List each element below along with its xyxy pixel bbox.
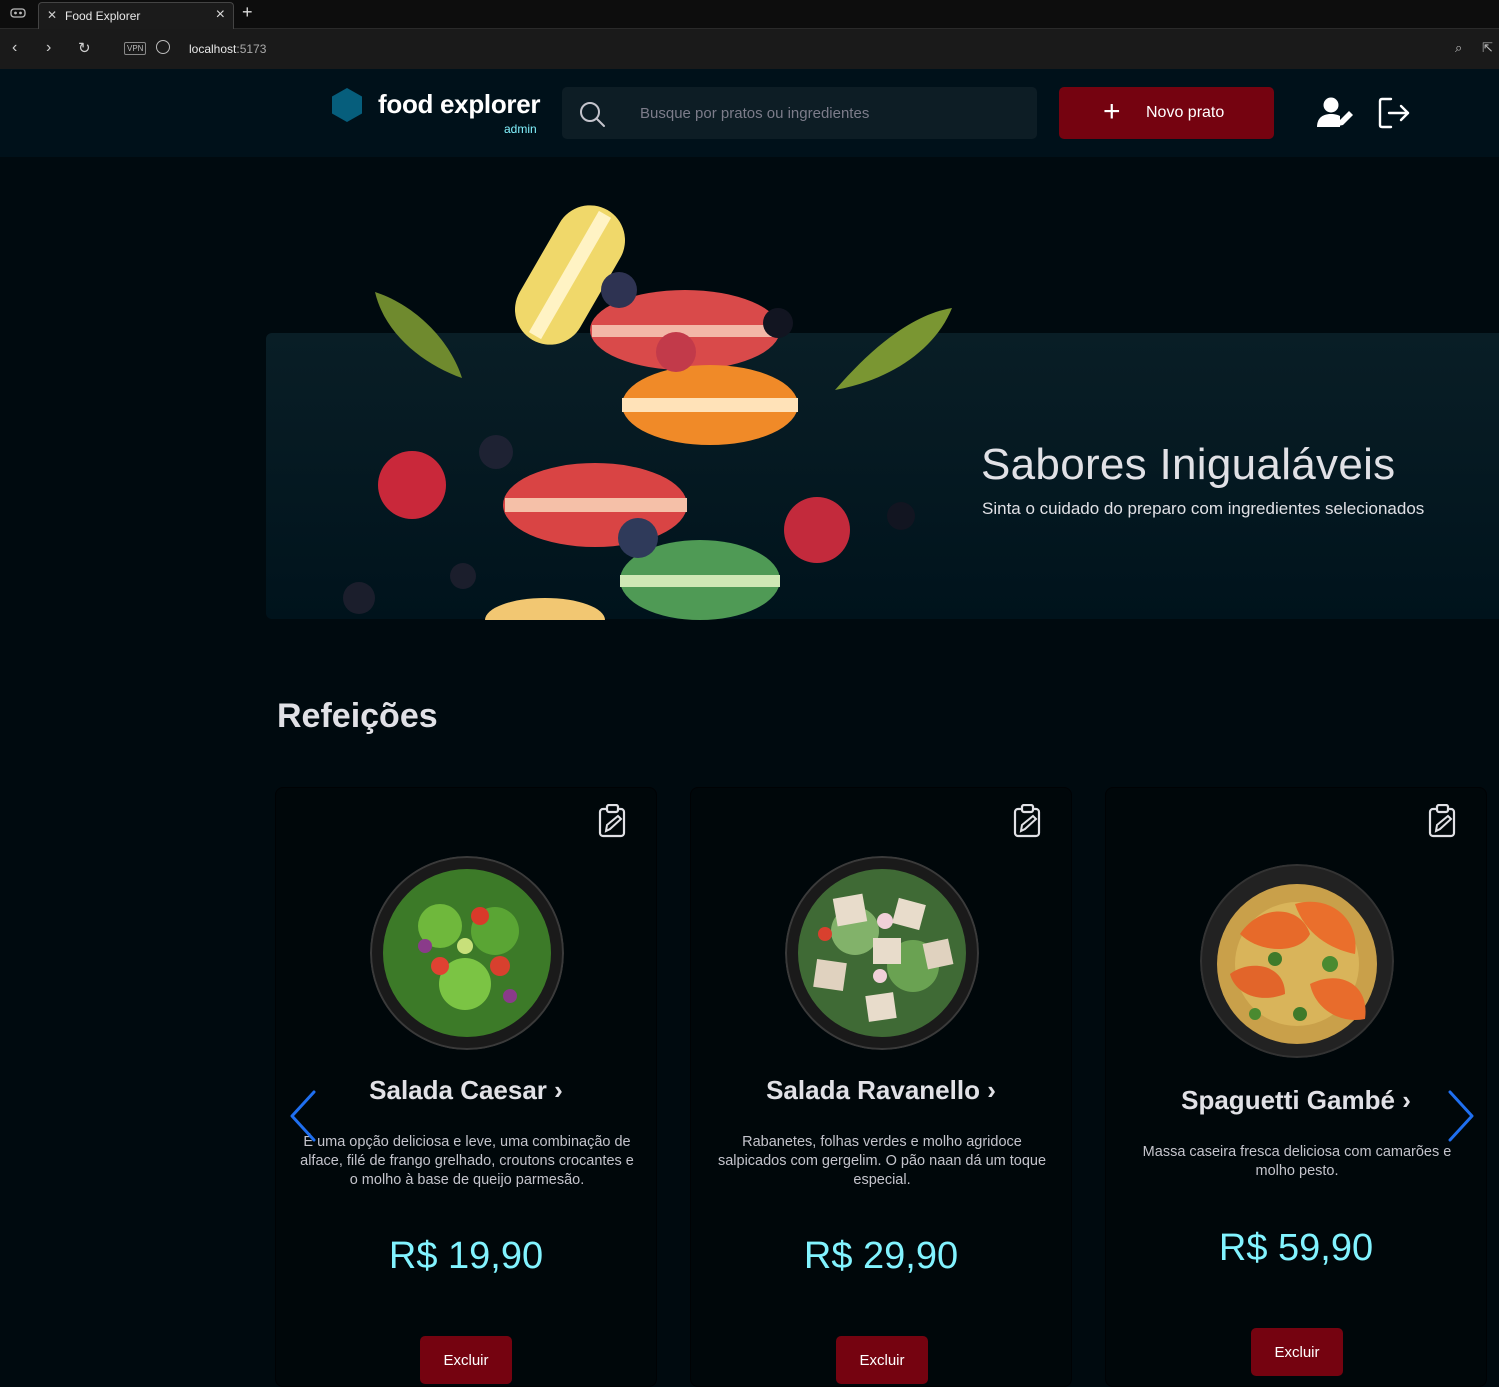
logo-admin-label: admin — [504, 122, 537, 136]
vpn-badge[interactable]: VPN — [124, 42, 147, 55]
logo-text: food explorer — [378, 89, 541, 119]
logout-icon[interactable] — [1378, 96, 1412, 130]
tab-title: Food Explorer — [65, 9, 141, 23]
browser-tab[interactable]: ✕ Food Explorer × — [38, 2, 234, 29]
dish-price: R$ 59,90 — [1218, 1227, 1374, 1269]
dish-image[interactable] — [370, 856, 564, 1050]
carousel-prev-icon[interactable] — [289, 1090, 317, 1142]
dish-description: É uma opção deliciosa e leve, uma combin… — [300, 1134, 634, 1188]
share-icon[interactable]: ⇱ — [1482, 40, 1493, 56]
workspace-icon[interactable] — [10, 6, 28, 22]
search-box — [562, 87, 1037, 139]
search-input[interactable] — [640, 101, 1020, 125]
dish-name[interactable]: Spaguetti Gambé › — [1106, 1085, 1486, 1116]
search-icon — [580, 102, 605, 127]
forward-icon[interactable]: › — [46, 39, 51, 57]
back-icon[interactable]: ‹ — [12, 39, 17, 57]
fork-knife-icon: ✕ — [47, 8, 58, 22]
dish-description: Rabanetes, folhas verdes e molho agridoc… — [717, 1134, 1047, 1188]
dish-card: Salada Caesar › É uma opção deliciosa e … — [275, 787, 657, 1387]
dish-description: Massa caseira fresca deliciosa com camar… — [1142, 1144, 1452, 1179]
chevron-right-icon: › — [554, 1075, 563, 1105]
delete-button[interactable]: Excluir — [1251, 1328, 1343, 1376]
dish-name[interactable]: Salada Caesar › — [276, 1075, 656, 1106]
new-tab-icon[interactable]: + — [242, 2, 253, 23]
banner-title: Sabores Inigualáveis — [981, 440, 1396, 489]
dish-name[interactable]: Salada Ravanello › — [691, 1075, 1071, 1106]
logo-hexagon-icon — [332, 88, 362, 122]
new-dish-button[interactable]: + Novo prato — [1059, 87, 1274, 139]
globe-icon[interactable] — [156, 40, 170, 54]
dish-image[interactable] — [1200, 864, 1394, 1058]
dish-price: R$ 29,90 — [803, 1235, 959, 1277]
carousel-next-icon[interactable] — [1447, 1090, 1475, 1142]
user-edit-icon[interactable] — [1316, 96, 1356, 130]
dish-price: R$ 19,90 — [388, 1235, 544, 1277]
section-title: Refeições — [277, 697, 438, 735]
macarons-illustration — [343, 205, 952, 620]
new-dish-label: Novo prato — [1146, 104, 1225, 121]
plus-icon: + — [1103, 95, 1121, 128]
delete-button[interactable]: Excluir — [420, 1336, 512, 1384]
delete-button[interactable]: Excluir — [836, 1336, 928, 1384]
browser-address-bar: ‹ › ↻ VPN localhost:5173 ⌕ ⇱ — [0, 29, 1499, 69]
chevron-right-icon: › — [987, 1075, 996, 1105]
browser-tab-bar: ✕ Food Explorer × + — [0, 0, 1499, 29]
dish-card: Salada Ravanello › Rabanetes, folhas ver… — [690, 787, 1072, 1387]
edit-pencil-icon[interactable] — [598, 804, 628, 838]
url-field[interactable]: localhost:5173 — [189, 42, 266, 56]
close-tab-icon[interactable]: × — [216, 6, 225, 24]
edit-pencil-icon[interactable] — [1428, 804, 1458, 838]
chevron-right-icon: › — [1402, 1085, 1411, 1115]
dish-card: Spaguetti Gambé › Massa caseira fresca d… — [1105, 787, 1487, 1387]
zoom-icon[interactable]: ⌕ — [1455, 40, 1462, 56]
reload-icon[interactable]: ↻ — [78, 39, 91, 57]
dish-image[interactable] — [785, 856, 979, 1050]
banner-subtitle: Sinta o cuidado do preparo com ingredien… — [982, 499, 1425, 518]
edit-pencil-icon[interactable] — [1013, 804, 1043, 838]
